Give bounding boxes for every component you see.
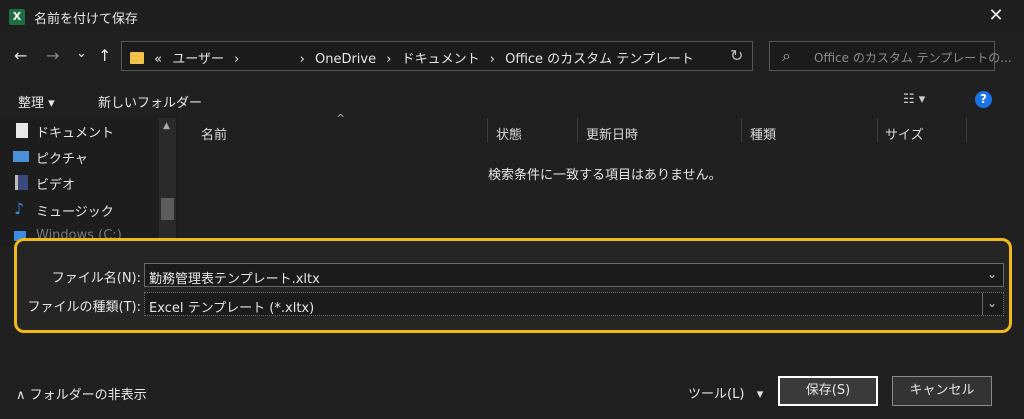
refresh-icon[interactable]: ↻ [730, 46, 743, 65]
close-button[interactable]: ✕ [984, 5, 1008, 27]
filename-value: 勤務管理表テンプレート.xltx [149, 272, 320, 287]
breadcrumb-documents[interactable]: ドキュメント [402, 52, 480, 67]
navigation-pane: ドキュメント ピクチャ ビデオ ♪ ミュージック Windows (C:) [0, 116, 178, 246]
column-size[interactable]: サイズ [885, 124, 924, 143]
address-bar[interactable]: « ユーザー › › OneDrive › ドキュメント › Office のカ… [121, 41, 753, 71]
folder-icon [130, 52, 144, 64]
sidebar-scrollbar[interactable] [159, 118, 176, 246]
music-icon: ♪ [14, 199, 25, 218]
sidebar-item-label: ドキュメント [36, 126, 115, 141]
view-options-icon[interactable]: ☷ ▾ [903, 92, 925, 107]
column-type[interactable]: 種類 [750, 124, 776, 143]
sidebar-item-pictures[interactable]: ピクチャ [13, 148, 88, 167]
chevron-down-icon[interactable]: ⌄ [987, 267, 997, 281]
sidebar-item-music[interactable]: ♪ ミュージック [14, 199, 114, 220]
excel-icon: X [9, 9, 25, 25]
column-divider[interactable] [487, 118, 488, 142]
breadcrumb-users[interactable]: ユーザー [172, 52, 224, 67]
column-divider[interactable] [577, 118, 578, 142]
search-placeholder: Office のカスタム テンプレートの... [814, 51, 1012, 65]
organize-menu[interactable]: 整理 ▾ [18, 92, 55, 111]
sidebar-item-documents[interactable]: ドキュメント [16, 122, 115, 141]
tools-menu[interactable]: ツール(L) ▾ [688, 383, 763, 402]
breadcrumb: « ユーザー › › OneDrive › ドキュメント › Office のカ… [130, 48, 700, 67]
filetype-label: ファイルの種類(T): [27, 300, 141, 315]
chevron-down-icon[interactable]: ⌄ [987, 296, 997, 310]
scroll-up-icon[interactable]: ▲ [163, 121, 170, 131]
window-title: 名前を付けて保存 [34, 12, 139, 27]
breadcrumb-separator[interactable]: › [490, 52, 495, 67]
sort-indicator-icon: ^ [336, 112, 346, 125]
sidebar-item-label: ピクチャ [36, 152, 88, 167]
column-status[interactable]: 状態 [496, 124, 522, 143]
sidebar-item-label: ミュージック [36, 205, 114, 220]
breadcrumb-office-templates[interactable]: Office のカスタム テンプレート [505, 52, 694, 67]
new-folder-button[interactable]: 新しいフォルダー [98, 92, 202, 111]
sidebar-item-videos[interactable]: ビデオ [15, 174, 76, 193]
column-modified[interactable]: 更新日時 [586, 124, 638, 143]
search-box[interactable]: ⌕ Office のカスタム テンプレートの... [769, 41, 1012, 71]
filetype-value: Excel テンプレート (*.xltx) [149, 301, 315, 316]
column-divider[interactable] [741, 118, 742, 142]
column-name[interactable]: 名前 [201, 124, 227, 143]
filename-field[interactable]: 勤務管理表テンプレート.xltx ⌄ [144, 263, 1004, 287]
empty-message: 検索条件に一致する項目はありません。 [488, 168, 722, 183]
title-bar: X 名前を付けて保存 ✕ [0, 0, 1024, 34]
video-icon [15, 175, 28, 190]
filename-label: ファイル名(N): [51, 271, 141, 286]
pictures-icon [13, 151, 29, 162]
hide-folders-button[interactable]: ∧ フォルダーの非表示 [16, 384, 147, 403]
column-divider[interactable] [966, 118, 967, 142]
sidebar-item-label: ビデオ [36, 178, 76, 193]
column-divider[interactable] [877, 118, 878, 142]
search-icon: ⌕ [782, 46, 791, 65]
breadcrumb-separator[interactable]: › [300, 52, 305, 67]
recent-locations-button[interactable]: ⌄ [76, 44, 87, 64]
back-button[interactable]: ← [14, 46, 27, 66]
save-fields-panel: ファイル名(N): 勤務管理表テンプレート.xltx ⌄ ファイルの種類(T):… [14, 238, 1012, 333]
help-icon[interactable]: ? [975, 91, 992, 108]
forward-button[interactable]: → [46, 46, 59, 66]
breadcrumb-separator[interactable]: › [234, 52, 239, 67]
breadcrumb-separator[interactable]: › [386, 52, 391, 67]
sidebar-scroll-thumb[interactable] [161, 198, 174, 220]
breadcrumb-onedrive[interactable]: OneDrive [315, 52, 376, 67]
select-divider [982, 293, 983, 315]
breadcrumb-overflow[interactable]: « [154, 52, 162, 67]
document-icon [16, 123, 28, 138]
cancel-button[interactable]: キャンセル [892, 376, 992, 406]
up-button[interactable]: ↑ [98, 46, 111, 66]
save-button[interactable]: 保存(S) [778, 376, 878, 406]
filetype-select[interactable]: Excel テンプレート (*.xltx) ⌄ [144, 292, 1004, 316]
